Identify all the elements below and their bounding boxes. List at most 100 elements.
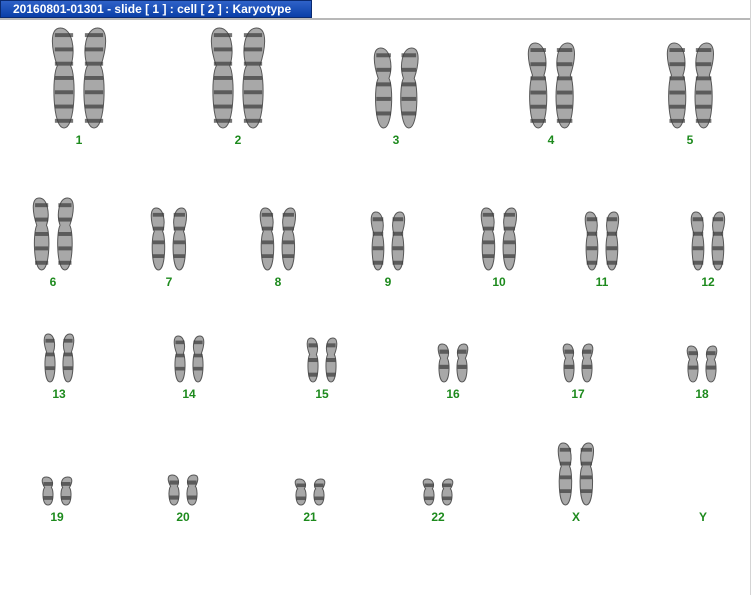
chromosome-label: 8 (274, 275, 282, 289)
g-band (45, 338, 55, 343)
g-band (84, 104, 104, 109)
chromatid (150, 207, 166, 271)
window-title-bar[interactable]: 20160801-01301 - slide [ 1 ] : cell [ 2 … (0, 0, 312, 18)
g-band (326, 372, 336, 377)
chromatid (325, 337, 338, 383)
g-band (556, 48, 572, 52)
g-band (152, 240, 165, 245)
g-band (84, 118, 104, 123)
g-band (84, 90, 104, 95)
g-band (606, 217, 618, 222)
chromosome-label: X (571, 510, 580, 524)
g-band (586, 246, 598, 251)
g-band (692, 231, 704, 236)
g-band (43, 482, 53, 486)
g-band (376, 67, 391, 72)
chromatid (666, 42, 686, 129)
chromatid (555, 42, 575, 129)
chromosome-label: Y (698, 510, 707, 524)
g-band (261, 254, 274, 259)
g-band (564, 364, 574, 369)
g-band (372, 231, 384, 236)
g-band (669, 90, 685, 95)
g-band (401, 53, 416, 58)
g-band (695, 48, 711, 52)
g-band (261, 240, 274, 245)
chromosome-image (422, 478, 454, 506)
chromatid (705, 345, 718, 383)
g-band (559, 461, 572, 466)
g-band (187, 480, 197, 485)
g-band (442, 496, 452, 501)
chromosome-image (173, 335, 205, 383)
g-band (503, 226, 516, 231)
g-band (58, 246, 72, 251)
g-band (503, 212, 516, 217)
chromosome-image (370, 211, 406, 271)
g-band (556, 62, 572, 67)
chromosome-label: 18 (695, 387, 709, 401)
g-band (586, 217, 598, 222)
chromatid (294, 478, 307, 506)
g-band (326, 343, 336, 348)
chromosome-label: 2 (234, 133, 242, 147)
chromatid (441, 478, 454, 506)
chromatid (306, 337, 319, 383)
chromatid (167, 474, 180, 506)
title-divider (0, 18, 751, 20)
g-band (243, 47, 263, 52)
chromosome-image (666, 42, 714, 129)
g-band (482, 212, 495, 217)
chromatid (422, 478, 435, 506)
chromosome-label: 11 (595, 275, 609, 289)
chromosome-label: 19 (50, 510, 64, 524)
g-band (376, 53, 391, 58)
g-band (63, 366, 73, 371)
g-band (326, 358, 336, 363)
g-band (692, 246, 704, 251)
chromosome-image (686, 345, 718, 383)
g-band (586, 260, 598, 265)
chromosome-label: 3 (392, 133, 400, 147)
g-band (213, 76, 233, 80)
g-band (173, 226, 186, 231)
chromosome-label: 15 (315, 387, 329, 401)
g-band (175, 366, 185, 371)
g-band (243, 90, 263, 95)
g-band (58, 232, 72, 236)
g-band (530, 90, 546, 95)
g-band (392, 246, 404, 251)
chromosome-label: 7 (165, 275, 173, 289)
chromatid (62, 333, 75, 383)
chromosome-label: 13 (52, 387, 66, 401)
g-band (401, 96, 416, 101)
g-band (530, 48, 546, 52)
g-band (559, 475, 572, 480)
g-band (669, 118, 685, 123)
g-band (669, 48, 685, 52)
chromatid (391, 211, 406, 271)
g-band (314, 483, 324, 488)
chromatid (60, 476, 73, 506)
chromosome-image (527, 42, 575, 129)
g-band (372, 246, 384, 251)
chromosome-image (373, 47, 419, 129)
chromatid (192, 335, 205, 383)
g-band (556, 90, 572, 95)
g-band (688, 365, 698, 370)
chromatid (456, 343, 469, 383)
g-band (556, 104, 572, 109)
chromosome-image (32, 197, 74, 271)
g-band (34, 260, 48, 265)
g-band (401, 82, 416, 87)
g-band (439, 349, 449, 354)
g-band (439, 364, 449, 369)
chromosome-label: 5 (686, 133, 694, 147)
g-band (308, 372, 318, 377)
g-band (169, 480, 179, 485)
chromosome-image (167, 474, 199, 506)
g-band (213, 33, 233, 38)
chromatid (584, 211, 599, 271)
chromosome-image (584, 211, 620, 271)
chromosome-image (41, 476, 73, 506)
